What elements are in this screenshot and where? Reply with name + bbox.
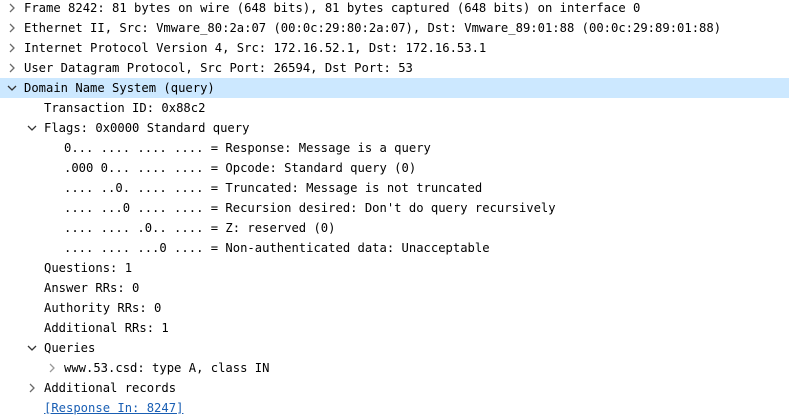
chevron-right-icon[interactable]	[25, 378, 39, 398]
tree-row-answer-rrs[interactable]: Answer RRs: 0	[0, 278, 789, 298]
tree-row-query-item[interactable]: www.53.csd: type A, class IN	[0, 358, 789, 378]
tree-row-label: .... .... .0.. .... = Z: reserved (0)	[64, 221, 336, 235]
tree-row-label: Domain Name System (query)	[24, 81, 215, 95]
tree-row-udp[interactable]: User Datagram Protocol, Src Port: 26594,…	[0, 58, 789, 78]
tree-row-flag-z[interactable]: .... .... .0.. .... = Z: reserved (0)	[0, 218, 789, 238]
tree-row-flag-response[interactable]: 0... .... .... .... = Response: Message …	[0, 138, 789, 158]
tree-row-label: .... ...0 .... .... = Recursion desired:…	[64, 201, 556, 215]
tree-row-label: 0... .... .... .... = Response: Message …	[64, 141, 431, 155]
tree-row-label: Questions: 1	[44, 261, 133, 275]
tree-row-label: Internet Protocol Version 4, Src: 172.16…	[24, 41, 487, 55]
tree-row-additional-rrs[interactable]: Additional RRs: 1	[0, 318, 789, 338]
tree-row-label: Ethernet II, Src: Vmware_80:2a:07 (00:0c…	[24, 21, 722, 35]
tree-row-questions[interactable]: Questions: 1	[0, 258, 789, 278]
tree-row-label: Authority RRs: 0	[44, 301, 162, 315]
tree-row-ethernet[interactable]: Ethernet II, Src: Vmware_80:2a:07 (00:0c…	[0, 18, 789, 38]
tree-row-frame[interactable]: Frame 8242: 81 bytes on wire (648 bits),…	[0, 0, 789, 18]
tree-row-ip[interactable]: Internet Protocol Version 4, Src: 172.16…	[0, 38, 789, 58]
tree-row-queries[interactable]: Queries	[0, 338, 789, 358]
chevron-right-icon[interactable]	[5, 18, 19, 38]
tree-row-label: www.53.csd: type A, class IN	[64, 361, 270, 375]
tree-row-dns[interactable]: Domain Name System (query)	[0, 78, 789, 98]
tree-row-flag-opcode[interactable]: .000 0... .... .... = Opcode: Standard q…	[0, 158, 789, 178]
tree-row-transaction-id[interactable]: Transaction ID: 0x88c2	[0, 98, 789, 118]
tree-row-flag-truncated[interactable]: .... ..0. .... .... = Truncated: Message…	[0, 178, 789, 198]
tree-row-additional-records[interactable]: Additional records	[0, 378, 789, 398]
tree-row-label: User Datagram Protocol, Src Port: 26594,…	[24, 61, 413, 75]
tree-row-label: Flags: 0x0000 Standard query	[44, 121, 250, 135]
tree-row-label: .... ..0. .... .... = Truncated: Message…	[64, 181, 483, 195]
chevron-right-icon[interactable]	[5, 58, 19, 78]
chevron-right-icon[interactable]	[45, 358, 59, 378]
tree-row-flags[interactable]: Flags: 0x0000 Standard query	[0, 118, 789, 138]
tree-row-response-in[interactable]: [Response In: 8247]	[0, 398, 789, 417]
chevron-right-icon[interactable]	[5, 38, 19, 58]
tree-row-label: .... .... ...0 .... = Non-authenticated …	[64, 241, 490, 255]
tree-row-label: Transaction ID: 0x88c2	[44, 101, 206, 115]
tree-row-flag-nonauth[interactable]: .... .... ...0 .... = Non-authenticated …	[0, 238, 789, 258]
tree-row-label: Frame 8242: 81 bytes on wire (648 bits),…	[24, 1, 641, 15]
chevron-right-icon[interactable]	[5, 0, 19, 18]
response-in-link[interactable]: [Response In: 8247]	[44, 398, 183, 417]
chevron-down-icon[interactable]	[25, 118, 39, 138]
packet-details-tree: Frame 8242: 81 bytes on wire (648 bits),…	[0, 0, 789, 417]
tree-row-flag-recursion[interactable]: .... ...0 .... .... = Recursion desired:…	[0, 198, 789, 218]
tree-row-label: Answer RRs: 0	[44, 281, 140, 295]
chevron-down-icon[interactable]	[25, 338, 39, 358]
tree-row-label: Additional RRs: 1	[44, 321, 169, 335]
tree-row-label: Additional records	[44, 381, 177, 395]
tree-row-label: .000 0... .... .... = Opcode: Standard q…	[64, 161, 417, 175]
tree-row-label: Queries	[44, 341, 96, 355]
chevron-down-icon[interactable]	[5, 78, 19, 98]
tree-row-authority-rrs[interactable]: Authority RRs: 0	[0, 298, 789, 318]
